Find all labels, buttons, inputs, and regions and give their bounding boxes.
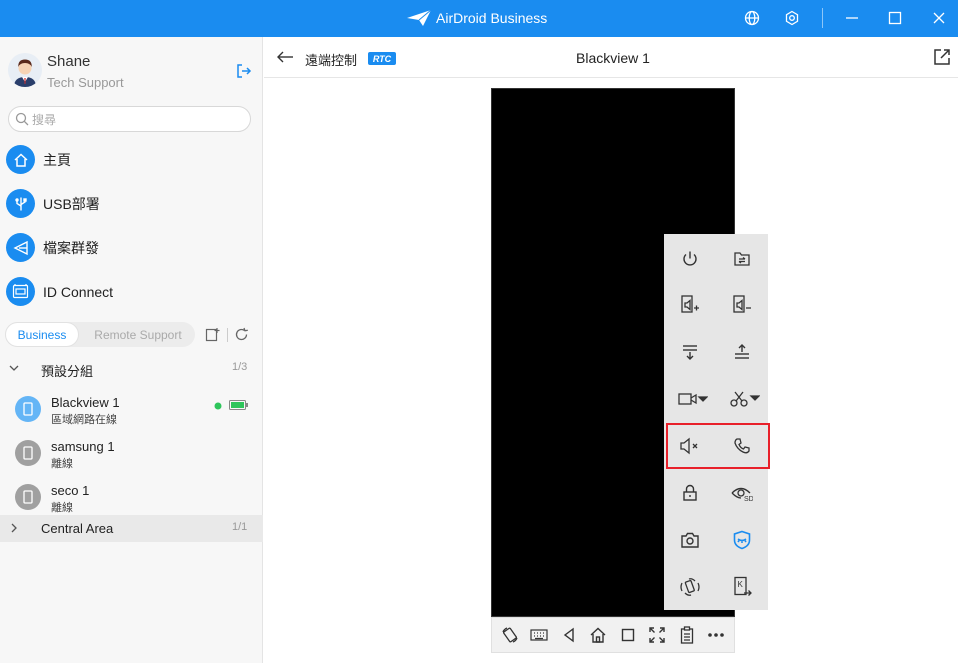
popout-window-icon[interactable] — [933, 48, 951, 71]
kiosk-exit-icon[interactable]: K — [722, 567, 762, 607]
record-video-icon[interactable] — [670, 379, 716, 419]
remote-tools-panel: SD K — [664, 234, 768, 610]
nav-label: ID Connect — [43, 283, 114, 300]
pull-down-notification-icon[interactable] — [670, 332, 710, 372]
avatar[interactable] — [8, 53, 42, 87]
device-tabs: Business Remote Support — [5, 322, 195, 347]
device-row-blackview[interactable]: Blackview 1 區域網路在線 — [0, 390, 263, 434]
group-row[interactable]: Central Area 1/1 — [0, 515, 263, 542]
usb-icon — [6, 189, 35, 218]
chevron-down-icon — [9, 365, 19, 371]
settings-gear-icon[interactable] — [782, 8, 802, 28]
device-nav-bar — [491, 617, 735, 653]
tab-business[interactable]: Business — [5, 322, 79, 347]
chevron-right-icon — [11, 523, 17, 533]
power-icon[interactable] — [670, 239, 710, 279]
device-status: 離線 — [51, 502, 73, 514]
titlebar-divider — [822, 8, 823, 28]
home-icon — [6, 145, 35, 174]
minimize-icon[interactable] — [842, 8, 862, 28]
nav-label: 主頁 — [43, 151, 71, 168]
nav-item-usb-deploy[interactable]: USB部署 — [6, 189, 100, 218]
group-count: 1/1 — [232, 521, 248, 533]
rotate-screen-icon[interactable] — [498, 623, 522, 647]
app-logo: AirDroid Business — [406, 7, 547, 29]
globe-icon[interactable] — [742, 8, 762, 28]
send-icon — [6, 233, 35, 262]
lock-icon[interactable] — [670, 473, 710, 513]
file-transfer-icon[interactable] — [722, 239, 762, 279]
black-screen-mode-icon[interactable]: SD — [722, 473, 762, 513]
refresh-icon[interactable] — [234, 327, 249, 347]
privacy-shield-icon[interactable] — [722, 520, 762, 560]
device-status: 區域網路在線 — [51, 414, 117, 426]
search-input[interactable]: 搜尋 — [8, 106, 251, 132]
nav-item-id-connect[interactable]: ID Connect — [6, 277, 113, 306]
search-icon — [15, 112, 29, 126]
group-name: Central Area — [41, 521, 114, 536]
search-placeholder: 搜尋 — [32, 112, 57, 127]
keyboard-icon[interactable] — [527, 623, 551, 647]
paper-plane-logo-icon — [407, 9, 432, 26]
group-count: 1/3 — [232, 361, 248, 373]
phone-icon — [15, 396, 41, 422]
device-name: seco 1 — [51, 483, 90, 498]
phone-icon — [15, 484, 41, 510]
more-icon[interactable] — [704, 623, 728, 647]
id-connect-icon — [6, 277, 35, 306]
rotate-vibrate-icon[interactable] — [670, 567, 710, 607]
svg-text:K: K — [738, 580, 744, 589]
device-status: 離線 — [51, 458, 73, 470]
battery-icon — [229, 400, 248, 410]
home-icon[interactable] — [586, 623, 610, 647]
rtc-badge: RTC — [368, 52, 396, 65]
remote-control-header: 遠端控制 RTC Blackview 1 — [264, 37, 958, 78]
pull-up-icon[interactable] — [722, 332, 762, 372]
maximize-icon[interactable] — [885, 8, 905, 28]
nav-item-file-broadcast[interactable]: 檔案群發 — [6, 233, 99, 262]
volume-down-icon[interactable] — [722, 285, 762, 325]
device-row-samsung[interactable]: samsung 1 離線 — [0, 434, 263, 478]
device-title: Blackview 1 — [576, 50, 650, 66]
recents-icon[interactable] — [616, 623, 640, 647]
volume-up-icon[interactable] — [670, 285, 710, 325]
nav-item-home[interactable]: 主頁 — [6, 145, 71, 174]
tab-remote-support[interactable]: Remote Support — [85, 322, 191, 347]
group-name: 預設分組 — [41, 364, 94, 379]
online-dot-icon — [214, 402, 222, 410]
camera-icon[interactable] — [670, 520, 710, 560]
back-icon[interactable] — [557, 623, 581, 647]
clipboard-icon[interactable] — [675, 623, 699, 647]
svg-text:SD: SD — [744, 496, 753, 502]
screenshot-scissors-icon[interactable] — [722, 379, 768, 419]
add-group-icon[interactable] — [205, 327, 220, 347]
device-name: Blackview 1 — [51, 395, 120, 410]
close-icon[interactable] — [929, 8, 949, 28]
user-role: Tech Support — [47, 75, 124, 90]
sidebar: Shane Tech Support 搜尋 主頁 USB部署 檔案群發 ID C… — [0, 37, 263, 663]
device-name: samsung 1 — [51, 439, 115, 454]
nav-label: 檔案群發 — [43, 239, 99, 256]
title-bar: AirDroid Business — [0, 0, 958, 37]
user-profile: Shane Tech Support — [8, 53, 124, 90]
tab-actions-divider — [227, 328, 228, 342]
group-row[interactable]: 預設分組 1/3 — [0, 355, 263, 382]
app-title: AirDroid Business — [436, 10, 548, 26]
user-name: Shane — [47, 53, 91, 70]
highlight-box — [666, 423, 770, 469]
fullscreen-icon[interactable] — [645, 623, 669, 647]
logout-icon[interactable] — [236, 63, 252, 84]
nav-label: USB部署 — [43, 195, 100, 212]
back-arrow-icon[interactable] — [276, 50, 294, 69]
phone-icon — [15, 440, 41, 466]
page-title: 遠端控制 — [305, 53, 358, 68]
